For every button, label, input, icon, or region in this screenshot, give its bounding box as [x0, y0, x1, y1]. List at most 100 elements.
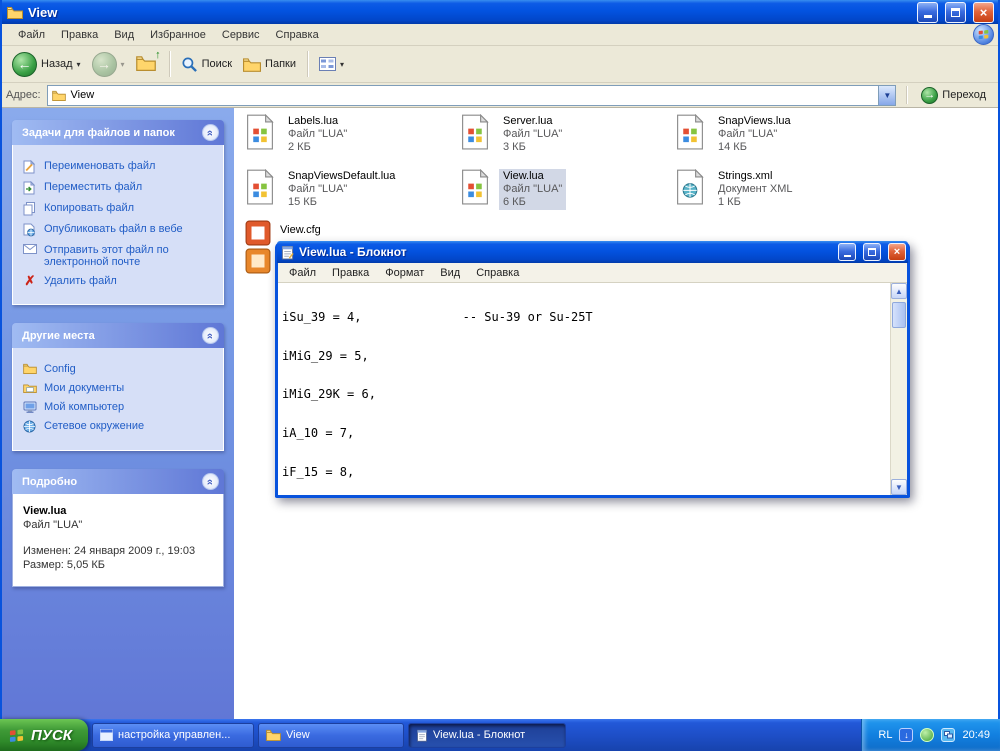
- back-dropdown-icon[interactable]: ▾: [77, 60, 81, 69]
- move-file-icon: [23, 181, 37, 195]
- my-documents-icon: [23, 382, 37, 393]
- scrollbar-thumb[interactable]: [892, 302, 906, 328]
- cfg-file-icon: [245, 220, 271, 246]
- file-tile[interactable]: Strings.xml Документ XML 1 КБ: [675, 169, 880, 210]
- menu-file[interactable]: Файл: [10, 26, 53, 44]
- menu-edit[interactable]: Правка: [53, 26, 106, 44]
- menu-favorites[interactable]: Избранное: [142, 26, 214, 44]
- place-network[interactable]: Сетевое окружение: [23, 420, 215, 433]
- address-input[interactable]: View ▼: [46, 84, 897, 106]
- collapse-chevron-icon[interactable]: »: [202, 473, 219, 490]
- notepad-titlebar[interactable]: View.lua - Блокнот ×: [277, 241, 908, 263]
- code-line: iSu_39 = 4, -- Su-39 or Su-25T: [282, 309, 593, 324]
- tray-update-icon[interactable]: ↓: [899, 728, 914, 742]
- up-button[interactable]: ↑: [132, 49, 162, 75]
- code-line: iF_15 = 8,: [282, 464, 355, 479]
- my-computer-icon: [23, 401, 37, 413]
- task-publish-file[interactable]: Опубликовать файл в вебе: [23, 223, 215, 237]
- file-tile[interactable]: Server.lua Файл "LUA" 3 КБ: [460, 114, 665, 155]
- lua-file-icon: [245, 169, 275, 205]
- details-panel: Подробно » View.lua Файл "LUA" Изменен: …: [12, 469, 224, 587]
- file-icon: [245, 248, 271, 274]
- task-email-file[interactable]: Отправить этот файл по электронной почте: [23, 244, 215, 268]
- back-button[interactable]: ← Назад ▾: [8, 50, 85, 79]
- address-label: Адрес:: [6, 89, 41, 101]
- code-line: iMiG_29K = 6,: [282, 387, 376, 402]
- file-name: View.lua: [503, 170, 544, 182]
- file-tasks-header[interactable]: Задачи для файлов и папок »: [12, 120, 224, 145]
- collapse-chevron-icon[interactable]: »: [202, 124, 219, 141]
- notepad-maximize-button[interactable]: [863, 243, 881, 261]
- menu-help[interactable]: Справка: [268, 26, 327, 44]
- address-dropdown-button[interactable]: ▼: [878, 85, 896, 105]
- file-name: View.cfg: [280, 224, 321, 236]
- minimize-button[interactable]: [917, 1, 938, 23]
- file-tile[interactable]: SnapViewsDefault.lua Файл "LUA" 15 КБ: [245, 169, 450, 210]
- forward-dropdown-icon: ▾: [120, 59, 125, 69]
- task-rename-file[interactable]: Переименовать файл: [23, 160, 215, 174]
- lua-file-icon: [460, 114, 490, 150]
- vertical-scrollbar[interactable]: ▲ ▼: [890, 283, 907, 495]
- place-my-computer[interactable]: Мой компьютер: [23, 401, 215, 413]
- notepad-icon: [281, 245, 294, 260]
- file-tile-selected[interactable]: View.lua Файл "LUA" 6 КБ: [460, 169, 665, 210]
- other-places-header[interactable]: Другие места »: [12, 323, 224, 348]
- notepad-menu-format[interactable]: Формат: [377, 265, 432, 281]
- tray-network-icon[interactable]: [941, 728, 956, 742]
- taskbar-button-label: View: [286, 729, 310, 741]
- start-button[interactable]: ПУСК: [0, 719, 89, 751]
- taskbar-button-notepad[interactable]: View.lua - Блокнот: [408, 722, 567, 748]
- notepad-menu-view[interactable]: Вид: [432, 265, 468, 281]
- menu-tools[interactable]: Сервис: [214, 26, 268, 44]
- maximize-button[interactable]: [945, 1, 966, 23]
- views-button[interactable]: ▾: [315, 55, 348, 73]
- other-places-title: Другие места: [22, 329, 95, 342]
- place-config[interactable]: Config: [23, 363, 215, 375]
- lua-file-icon: [460, 169, 490, 205]
- details-file-name: View.lua: [23, 505, 67, 517]
- details-header[interactable]: Подробно »: [12, 469, 224, 494]
- collapse-chevron-icon[interactable]: »: [202, 327, 219, 344]
- file-tile[interactable]: Labels.lua Файл "LUA" 2 КБ: [245, 114, 450, 155]
- scroll-down-icon[interactable]: ▼: [891, 479, 907, 495]
- folder-icon: [23, 363, 37, 374]
- notepad-close-button[interactable]: ×: [888, 243, 906, 261]
- code-line: iA_10 = 7,: [282, 425, 355, 440]
- views-dropdown-icon[interactable]: ▾: [340, 60, 344, 69]
- menu-view[interactable]: Вид: [106, 26, 142, 44]
- explorer-titlebar[interactable]: View ×: [2, 0, 998, 24]
- file-name: SnapViews.lua: [718, 115, 791, 127]
- taskbar-button-view-folder[interactable]: View: [258, 722, 405, 748]
- other-places-panel: Другие места » Config Мои документы Мой …: [12, 323, 224, 451]
- taskbar-button-settings[interactable]: настройка управлен...: [92, 722, 255, 748]
- system-tray: RL ↓ 20:49: [861, 719, 1000, 751]
- place-my-documents[interactable]: Мои документы: [23, 382, 215, 394]
- search-button[interactable]: Поиск: [177, 54, 236, 75]
- go-button[interactable]: → Переход: [917, 86, 994, 104]
- task-move-file[interactable]: Переместить файл: [23, 181, 215, 195]
- notepad-menu-file[interactable]: Файл: [281, 265, 324, 281]
- tray-antivirus-icon[interactable]: [920, 728, 935, 742]
- language-indicator[interactable]: RL: [878, 729, 892, 741]
- folders-button[interactable]: Папки: [239, 55, 300, 74]
- file-size: 1 КБ: [718, 196, 741, 208]
- back-arrow-icon: ←: [12, 51, 37, 77]
- clock[interactable]: 20:49: [962, 729, 990, 741]
- scroll-up-icon[interactable]: ▲: [891, 283, 907, 299]
- details-body: View.lua Файл "LUA" Изменен: 24 января 2…: [12, 494, 224, 587]
- notepad-menu-edit[interactable]: Правка: [324, 265, 377, 281]
- notepad-menu-help[interactable]: Справка: [468, 265, 527, 281]
- notepad-text-area[interactable]: iSu_39 = 4, -- Su-39 or Su-25T iMiG_29 =…: [278, 283, 890, 495]
- file-tasks-body: Переименовать файл Переместить файл Копи…: [12, 145, 224, 305]
- task-delete-file[interactable]: ✗ Удалить файл: [23, 274, 215, 287]
- go-arrow-icon: →: [921, 86, 939, 104]
- forward-button[interactable]: → ▾: [88, 50, 129, 79]
- file-tile[interactable]: [245, 248, 271, 274]
- notepad-minimize-button[interactable]: [838, 243, 856, 261]
- start-label: ПУСК: [31, 726, 73, 744]
- task-copy-file[interactable]: Копировать файл: [23, 202, 215, 216]
- notepad-window: View.lua - Блокнот × Файл Правка Формат …: [275, 241, 910, 498]
- close-button[interactable]: ×: [973, 1, 994, 23]
- file-tile[interactable]: SnapViews.lua Файл "LUA" 14 КБ: [675, 114, 880, 155]
- file-type: Файл "LUA": [503, 183, 563, 195]
